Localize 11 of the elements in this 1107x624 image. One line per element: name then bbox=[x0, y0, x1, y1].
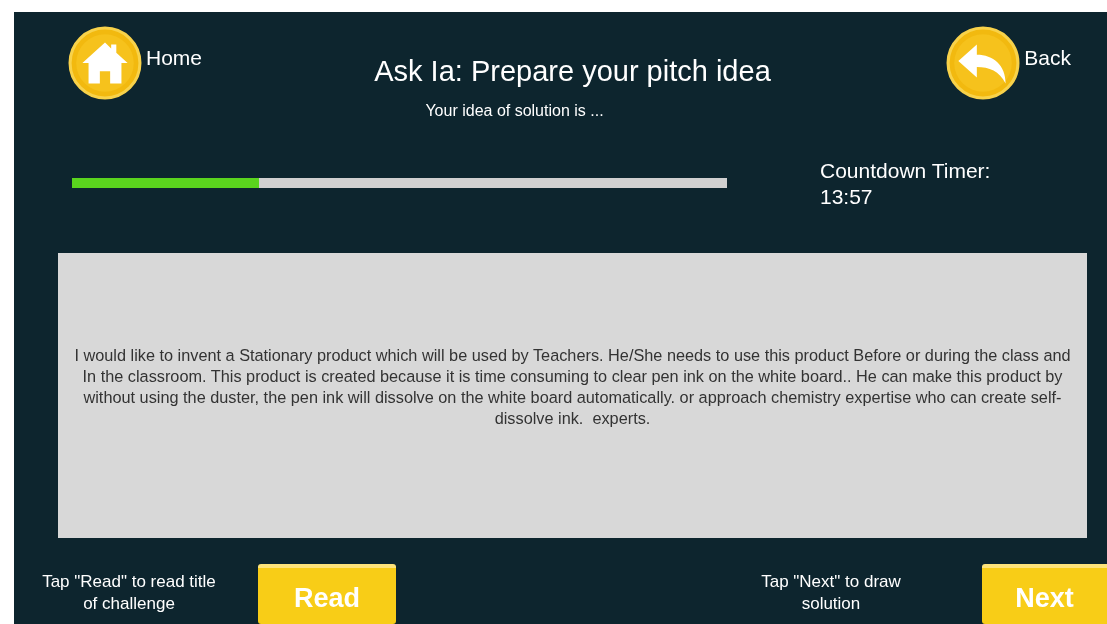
subtitle: Your idea of solution is ... bbox=[425, 102, 604, 120]
hint-text: Tap "Read" to read title of challenge bbox=[41, 571, 217, 615]
home-link[interactable]: Home bbox=[146, 46, 203, 70]
back-link[interactable]: Back bbox=[1024, 46, 1071, 70]
timer-label: Countdown Timer: bbox=[820, 157, 991, 184]
back-icon[interactable] bbox=[946, 26, 1021, 100]
page-title: Ask Ia: Prepare your pitch idea bbox=[374, 55, 771, 88]
timer-value: 13:57 bbox=[820, 183, 874, 210]
home-icon[interactable] bbox=[68, 26, 142, 100]
hint-text: Tap "Next" to draw solution bbox=[760, 571, 902, 615]
idea-text: I would like to invent a Stationary product which will be used by Teachers. He/She needs to use this product Before or during the class and In the classroom. This product is created because it is time consuming to clear pen ink on the white board.. He can make this product by without using the duster, the pen ink will dissolve on the white board automatically. or approach chemistry expertise who can create self-dissolve ink. experts. bbox=[73, 344, 1072, 429]
